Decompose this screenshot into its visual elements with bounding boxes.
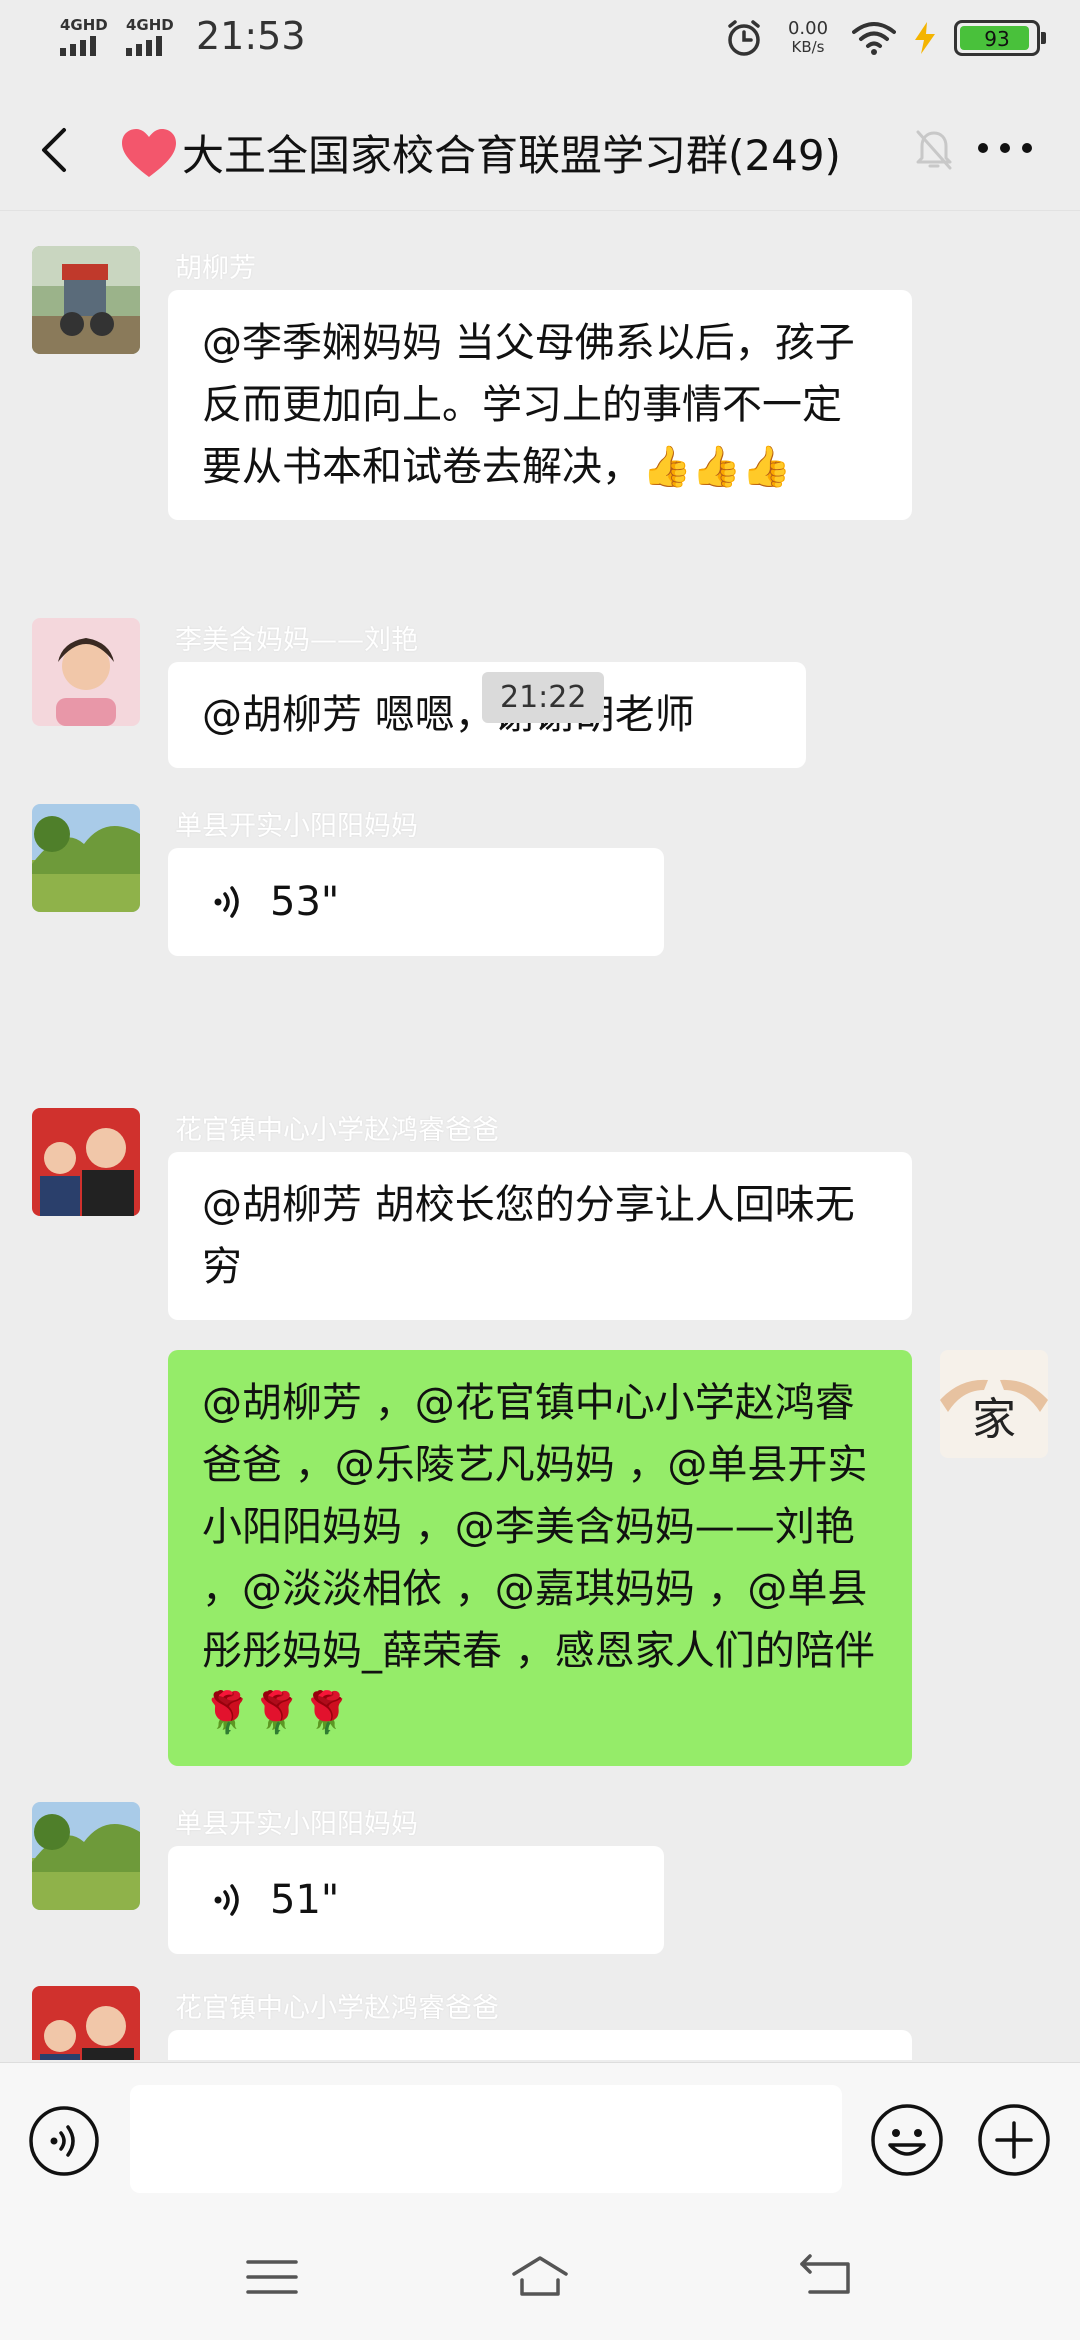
voice-wave-icon xyxy=(214,1884,239,1916)
back-icon[interactable] xyxy=(30,122,80,178)
avatar[interactable] xyxy=(32,1802,140,1910)
back-nav-icon[interactable] xyxy=(796,2250,856,2304)
clock: 21:53 xyxy=(196,14,306,58)
sender-name: 花官镇中心小学赵鸿睿爸爸 xyxy=(175,1993,499,2024)
network-speed: 0.00 KB/s xyxy=(780,18,836,57)
wifi-icon xyxy=(852,22,896,55)
message-bubble-self[interactable]: @胡柳芳 ，@花官镇中心小学赵鸿睿爸爸 ，@乐陵艺凡妈妈 ，@单县开实小阳阳妈妈… xyxy=(168,1350,912,1766)
avatar[interactable] xyxy=(32,1986,140,2060)
chat-header: 大王全国家校合育联盟学习群(249) xyxy=(0,100,1080,200)
home-icon[interactable] xyxy=(510,2250,570,2304)
battery-level: 93 xyxy=(984,27,1010,51)
sender-name: 花官镇中心小学赵鸿睿爸爸 xyxy=(175,1115,499,1146)
voice-wave-icon xyxy=(214,886,239,918)
avatar[interactable] xyxy=(32,1108,140,1216)
message-bubble[interactable]: @胡柳芳 胡校长您的分享让人回味无穷 xyxy=(168,1152,912,1320)
voice-message[interactable]: 53" xyxy=(168,848,664,956)
voice-duration: 53" xyxy=(270,879,340,925)
network-type-label: 4GHD xyxy=(126,16,174,34)
avatar[interactable] xyxy=(32,618,140,726)
speed-value: 0.00 xyxy=(787,18,829,39)
group-name: 大王全国家校合育联盟学习群(249) xyxy=(182,131,841,180)
system-nav-bar xyxy=(0,2214,1080,2340)
group-title: 大王全国家校合育联盟学习群(249) xyxy=(120,122,900,183)
avatar-self[interactable]: 家 xyxy=(940,1350,1048,1458)
voice-message[interactable]: 51" xyxy=(168,1846,664,1954)
avatar[interactable] xyxy=(32,804,140,912)
signal-icon: 4GHD xyxy=(126,16,174,56)
network-type-label: 4GHD xyxy=(60,16,108,34)
message-input[interactable] xyxy=(130,2085,842,2193)
sender-name: 单县开实小阳阳妈妈 xyxy=(175,1809,418,1840)
more-options-icon[interactable] xyxy=(975,138,1035,158)
emoji-icon[interactable] xyxy=(870,2103,944,2177)
message-bubble[interactable]: @李季娴妈妈 当父母佛系以后，孩子反而更加向上。学习上的事情不一定要从书本和试卷… xyxy=(168,290,912,520)
charging-icon xyxy=(915,22,935,54)
add-icon[interactable] xyxy=(977,2103,1051,2177)
status-bar: 4GHD 4GHD 21:53 0.00 KB/s 93 xyxy=(0,0,1080,84)
speed-unit: KB/s xyxy=(791,38,825,56)
message-bubble[interactable] xyxy=(168,2030,912,2060)
voice-input-icon[interactable] xyxy=(28,2105,100,2177)
sender-name: 单县开实小阳阳妈妈 xyxy=(175,811,418,842)
time-separator: 21:22 xyxy=(482,672,605,723)
sender-name: 李美含妈妈——刘艳 xyxy=(175,625,418,656)
input-bar xyxy=(0,2062,1080,2215)
header-divider xyxy=(0,210,1080,211)
menu-icon[interactable] xyxy=(242,2250,302,2304)
battery-icon: 93 xyxy=(954,20,1046,56)
mute-bell-icon xyxy=(916,130,952,170)
alarm-icon xyxy=(728,20,760,56)
heart-icon xyxy=(122,128,176,177)
message-list[interactable]: 胡柳芳 @李季娴妈妈 当父母佛系以后，孩子反而更加向上。学习上的事情不一定要从书… xyxy=(0,212,1080,2060)
avatar-self-text: 家 xyxy=(972,1394,1016,1445)
avatar[interactable] xyxy=(32,246,140,354)
signal-icon: 4GHD xyxy=(60,16,108,56)
sender-name: 胡柳芳 xyxy=(175,253,256,284)
voice-duration: 51" xyxy=(270,1877,340,1923)
